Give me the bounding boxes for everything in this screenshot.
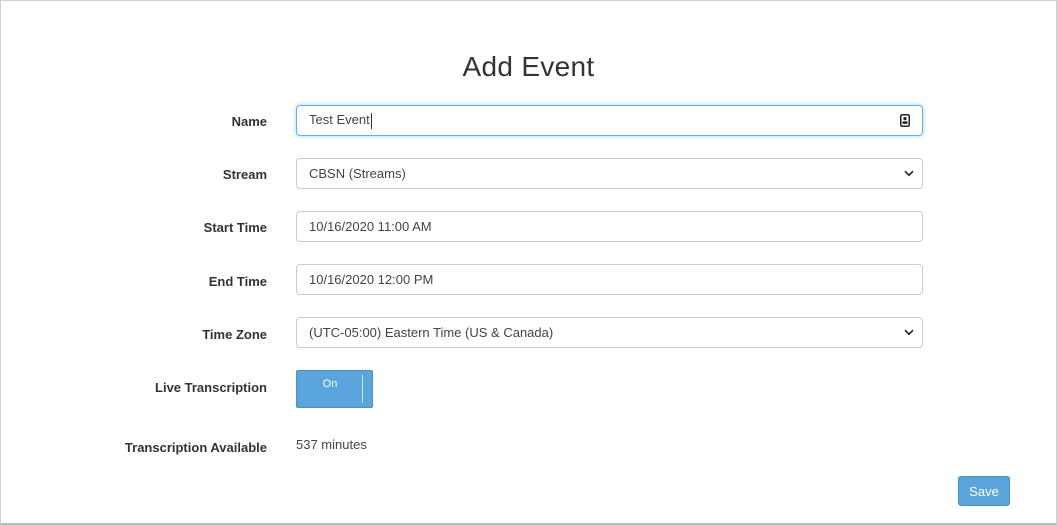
stream-label: Stream xyxy=(222,167,267,182)
name-input[interactable]: Test Event xyxy=(296,105,923,136)
toggle-state-label: On xyxy=(322,378,338,390)
end-time-label: End Time xyxy=(208,274,267,289)
time-zone-select[interactable]: (UTC-05:00) Eastern Time (US & Canada) xyxy=(296,317,923,348)
start-time-value: 10/16/2020 11:00 AM xyxy=(309,219,432,234)
save-button[interactable]: Save xyxy=(958,476,1010,506)
start-time-input[interactable]: 10/16/2020 11:00 AM xyxy=(296,211,923,242)
end-time-input[interactable]: 10/16/2020 12:00 PM xyxy=(296,264,923,295)
transcription-available-value: 537 minutes xyxy=(296,437,367,452)
end-time-value: 10/16/2020 12:00 PM xyxy=(309,272,434,287)
live-transcription-label: Live Transcription xyxy=(155,380,267,395)
time-zone-select-value: (UTC-05:00) Eastern Time (US & Canada) xyxy=(309,325,554,340)
time-zone-label: Time Zone xyxy=(202,327,267,342)
contact-card-icon[interactable] xyxy=(898,113,912,129)
toggle-handle[interactable] xyxy=(362,375,363,403)
name-label: Name xyxy=(231,114,267,129)
name-input-value: Test Event xyxy=(309,112,370,128)
stream-select-value: CBSN (Streams) xyxy=(309,166,406,181)
chevron-down-icon xyxy=(902,167,916,181)
add-event-panel: Add Event Name Test Event Stream CBSN (S… xyxy=(0,0,1057,525)
start-time-label: Start Time xyxy=(203,220,267,235)
page-title: Add Event xyxy=(462,51,595,82)
stream-select[interactable]: CBSN (Streams) xyxy=(296,158,923,189)
live-transcription-toggle[interactable]: On xyxy=(296,370,373,408)
transcription-available-label: Transcription Available xyxy=(124,440,267,455)
text-caret xyxy=(370,112,372,129)
chevron-down-icon xyxy=(902,326,916,340)
